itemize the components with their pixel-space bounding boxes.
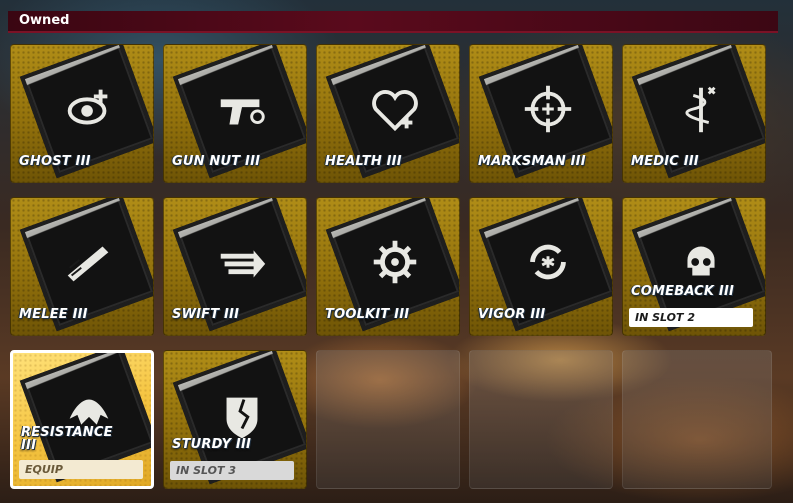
perk-label: GHOST III [19, 154, 91, 169]
perk-card-resistance[interactable]: RESISTANCE III EQUIP [10, 350, 154, 489]
empty-perk-slot [316, 350, 460, 489]
crosshair-icon [498, 59, 598, 159]
gear-icon [345, 212, 445, 312]
owned-header-bar: Owned [8, 11, 778, 33]
perk-card-sturdy[interactable]: STURDY III IN SLOT 3 [163, 350, 307, 489]
empty-perk-slot [469, 350, 613, 489]
ghost-eye-icon [39, 59, 139, 159]
perk-label: SWIFT III [172, 307, 240, 322]
equip-button[interactable]: EQUIP [19, 460, 143, 479]
perk-card-ghost[interactable]: GHOST III [10, 44, 154, 183]
perk-card-marksman[interactable]: MARKSMAN III [469, 44, 613, 183]
owned-header-title: Owned [19, 13, 70, 28]
perk-label: HEALTH III [325, 154, 402, 169]
perk-card-swift[interactable]: SWIFT III [163, 197, 307, 336]
perk-label: TOOLKIT III [325, 307, 410, 322]
perk-card-vigor[interactable]: VIGOR III [469, 197, 613, 336]
perk-card-health[interactable]: HEALTH III [316, 44, 460, 183]
perk-card-toolkit[interactable]: TOOLKIT III [316, 197, 460, 336]
perk-card-gun-nut[interactable]: GUN NUT III [163, 44, 307, 183]
speed-arrow-icon [192, 212, 292, 312]
empty-perk-slot [622, 350, 772, 489]
perk-label: RESISTANCE III [21, 425, 113, 453]
heart-icon [345, 59, 445, 159]
perk-label: MARKSMAN III [478, 154, 586, 169]
perk-label: GUN NUT III [172, 154, 261, 169]
perk-label: VIGOR III [478, 307, 546, 322]
perk-label: MEDIC III [631, 154, 699, 169]
cycle-icon [498, 212, 598, 312]
perk-card-medic[interactable]: MEDIC III [622, 44, 766, 183]
perk-card-melee[interactable]: MELEE III [10, 197, 154, 336]
perk-label: COMEBACK III [631, 284, 735, 299]
slot-status-badge: IN SLOT 3 [170, 461, 294, 480]
slot-status-badge: IN SLOT 2 [629, 308, 753, 327]
perk-label: MELEE III [19, 307, 88, 322]
blade-icon [39, 212, 139, 312]
perk-label: STURDY III [172, 437, 252, 452]
caduceus-icon [651, 59, 751, 159]
perk-card-comeback[interactable]: COMEBACK III IN SLOT 2 [622, 197, 766, 336]
pistol-icon [192, 59, 292, 159]
